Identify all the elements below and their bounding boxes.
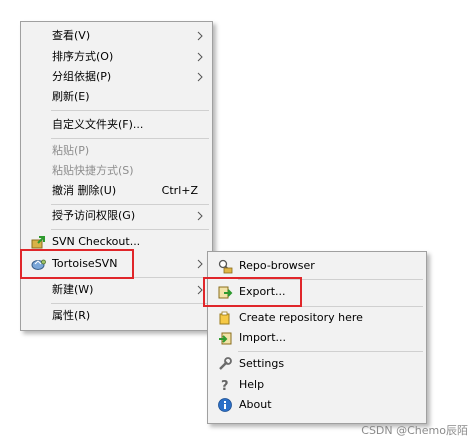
menu-item-customize-folder[interactable]: 自定义文件夹(F)... — [21, 115, 212, 135]
menu-item-label: Export... — [239, 285, 286, 298]
menu-item-label: 新建(W) — [52, 283, 94, 296]
submenu-item-help[interactable]: ? Help — [208, 375, 426, 395]
menu-item-label: Help — [239, 378, 265, 391]
menu-item-paste[interactable]: 粘贴(P) — [21, 141, 212, 161]
menu-item-label: 授予访问权限(G) — [52, 209, 136, 222]
menu-item-svn-checkout[interactable]: SVN Checkout... — [21, 232, 212, 252]
menu-separator — [51, 229, 209, 230]
menu-separator — [51, 277, 209, 278]
menu-item-paste-shortcut[interactable]: 粘贴快捷方式(S) — [21, 161, 212, 181]
svg-text:?: ? — [221, 379, 229, 393]
menu-item-label: 分组依据(P) — [52, 70, 112, 83]
create-repository-icon — [219, 311, 230, 325]
menu-item-label: 属性(R) — [52, 309, 91, 322]
chevron-right-icon — [197, 285, 203, 295]
menu-separator — [238, 306, 423, 307]
menu-item-label: TortoiseSVN — [52, 257, 118, 270]
menu-separator — [238, 351, 423, 352]
menu-item-group-by[interactable]: 分组依据(P) — [21, 67, 212, 87]
menu-item-properties[interactable]: 属性(R) — [21, 306, 212, 326]
menu-separator — [51, 138, 209, 139]
menu-separator — [51, 204, 209, 205]
chevron-right-icon — [197, 52, 203, 62]
chevron-right-icon — [197, 72, 203, 82]
menu-item-refresh[interactable]: 刷新(E) — [21, 87, 212, 107]
info-icon — [218, 398, 232, 412]
menu-item-sort-by[interactable]: 排序方式(O) — [21, 47, 212, 67]
menu-item-tortoisesvn[interactable]: TortoiseSVN — [21, 254, 212, 274]
tortoisesvn-submenu: Repo-browser Export... Create repository… — [207, 251, 427, 424]
menu-item-label: 自定义文件夹(F)... — [52, 118, 144, 131]
menu-item-label: SVN Checkout... — [52, 235, 141, 248]
settings-icon — [219, 357, 232, 370]
menu-separator — [51, 303, 209, 304]
keyboard-shortcut: Ctrl+Z — [161, 184, 198, 197]
menu-separator — [238, 279, 423, 280]
menu-item-give-access[interactable]: 授予访问权限(G) — [21, 206, 212, 226]
menu-item-label: Create repository here — [239, 311, 363, 324]
watermark: CSDN @Chemo辰陌 — [361, 424, 468, 437]
tortoisesvn-icon — [31, 259, 46, 270]
menu-item-view[interactable]: 查看(V) — [21, 26, 212, 46]
menu-item-label: 粘贴(P) — [52, 144, 90, 157]
submenu-item-export[interactable]: Export... — [208, 282, 426, 302]
menu-item-new[interactable]: 新建(W) — [21, 280, 212, 300]
menu-item-label: 查看(V) — [52, 29, 91, 42]
menu-item-label: Import... — [239, 331, 286, 344]
menu-item-undo-delete[interactable]: 撤消 删除(U) Ctrl+Z — [21, 181, 212, 201]
repo-browser-icon — [218, 259, 233, 274]
submenu-item-about[interactable]: About — [208, 395, 426, 415]
submenu-item-create-repository[interactable]: Create repository here — [208, 308, 426, 328]
menu-item-label: 撤消 删除(U) — [52, 184, 117, 197]
chevron-right-icon — [197, 31, 203, 41]
menu-item-label: 粘贴快捷方式(S) — [52, 164, 134, 177]
import-icon — [219, 332, 232, 345]
submenu-item-repo-browser[interactable]: Repo-browser — [208, 256, 426, 276]
menu-item-label: About — [239, 398, 272, 411]
chevron-right-icon — [197, 259, 203, 269]
help-icon: ? — [221, 379, 229, 393]
svn-checkout-icon — [31, 236, 45, 249]
menu-item-label: 排序方式(O) — [52, 50, 114, 63]
menu-item-label: Settings — [239, 357, 285, 370]
export-icon — [218, 286, 233, 299]
menu-item-label: Repo-browser — [239, 259, 315, 272]
menu-separator — [51, 110, 209, 111]
submenu-item-import[interactable]: Import... — [208, 328, 426, 348]
menu-item-label: 刷新(E) — [52, 90, 90, 103]
context-menu: 查看(V) 排序方式(O) 分组依据(P) 刷新(E) 自定义文件夹(F)...… — [20, 21, 213, 331]
submenu-item-settings[interactable]: Settings — [208, 354, 426, 374]
chevron-right-icon — [197, 211, 203, 221]
